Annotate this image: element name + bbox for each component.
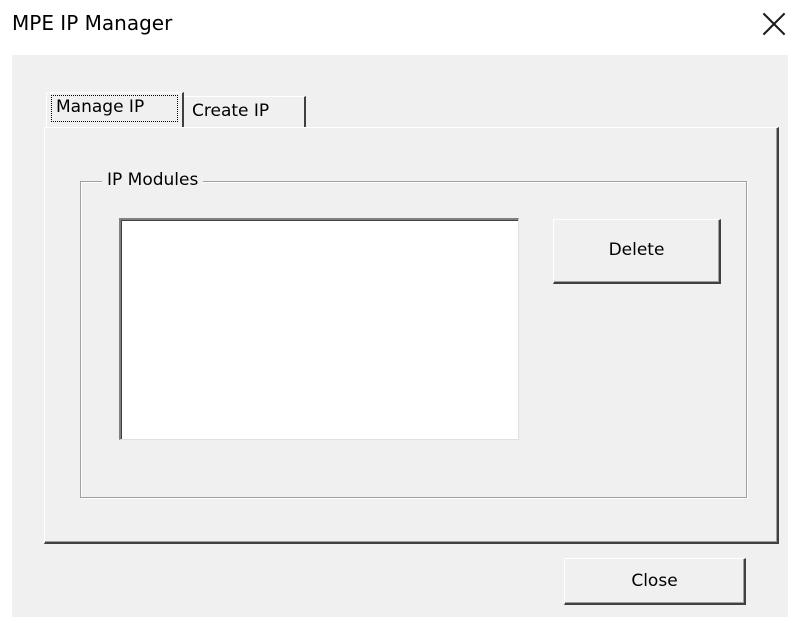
dialog-body: Manage IP Create IP IP Modules Delete Cl… <box>12 55 788 617</box>
tab-label: Create IP <box>192 101 270 121</box>
tab-create-ip[interactable]: Create IP <box>184 96 306 127</box>
ip-modules-listbox[interactable] <box>119 218 519 440</box>
title-bar[interactable]: MPE IP Manager <box>0 0 800 55</box>
tab-manage-ip[interactable]: Manage IP <box>46 92 184 127</box>
window-title: MPE IP Manager <box>12 11 173 35</box>
dialog-window: MPE IP Manager Manage IP Create IP IP Mo… <box>0 0 800 627</box>
groupbox-label: IP Modules <box>102 170 204 190</box>
close-button[interactable]: Close <box>564 558 746 605</box>
close-icon[interactable] <box>761 11 787 37</box>
delete-button[interactable]: Delete <box>553 219 721 284</box>
tab-label: Manage IP <box>56 97 145 117</box>
